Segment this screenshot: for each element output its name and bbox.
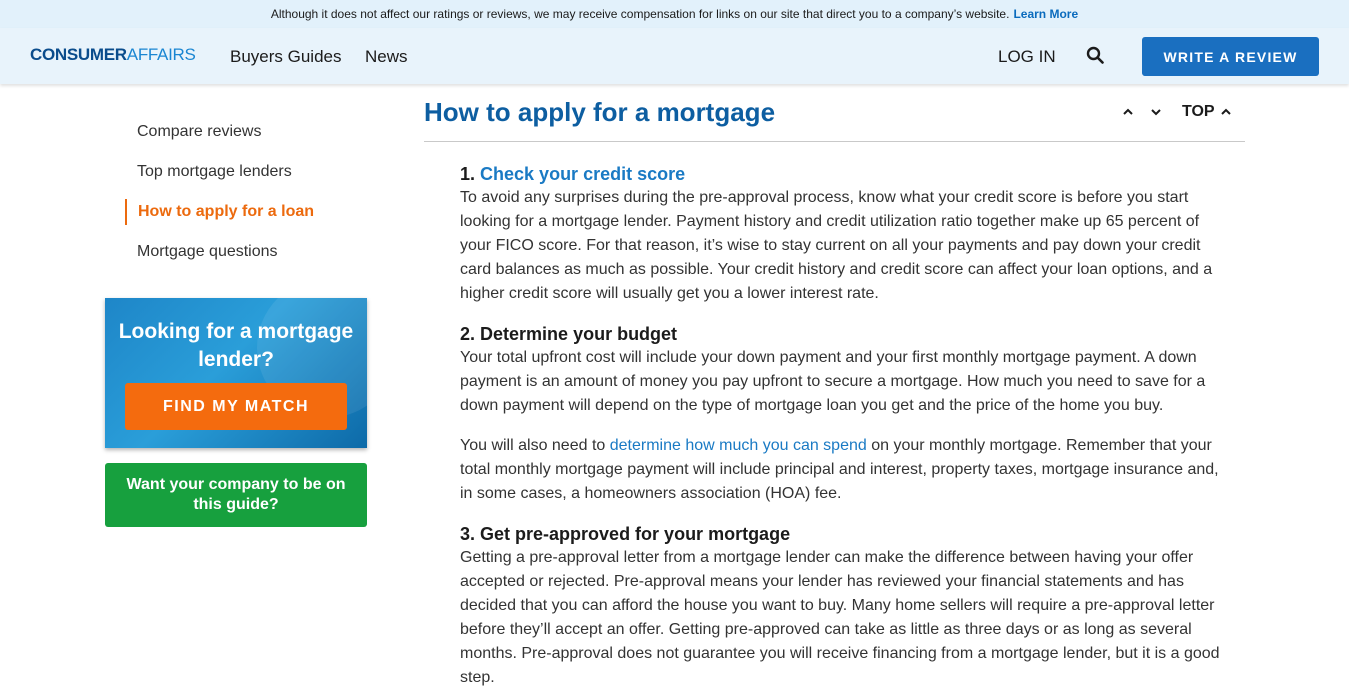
logo-affairs: AFFAIRS bbox=[126, 45, 196, 64]
section-arrows bbox=[1120, 104, 1164, 120]
section-title: How to apply for a mortgage bbox=[424, 97, 776, 127]
chevron-up-icon[interactable] bbox=[1120, 104, 1136, 120]
logo-consumer: CONSUMER bbox=[30, 45, 127, 64]
site-header: CONSUMERAFFAIRS Buyers Guides News LOG I… bbox=[0, 28, 1349, 84]
step-2-paragraph-2: You will also need to determine how much… bbox=[460, 434, 1220, 506]
check-credit-score-link[interactable]: Check your credit score bbox=[480, 164, 685, 184]
top-label: TOP bbox=[1182, 103, 1215, 120]
promo-title: Looking for a mortgage lender? bbox=[118, 320, 354, 371]
step-1-heading: 1. Check your credit score bbox=[460, 162, 1220, 186]
back-to-top-link[interactable]: TOP bbox=[1182, 103, 1232, 121]
write-review-button[interactable]: WRITE A REVIEW bbox=[1142, 37, 1319, 76]
step-2-heading: 2. Determine your budget bbox=[460, 322, 1220, 346]
lender-promo-card: Looking for a mortgage lender? FIND MY M… bbox=[105, 298, 367, 448]
chevron-up-small-icon bbox=[1220, 108, 1231, 115]
determine-spend-link[interactable]: determine how much you can spend bbox=[610, 437, 867, 454]
disclosure-banner: Although it does not affect our ratings … bbox=[0, 0, 1349, 28]
step-3-number: 3. bbox=[460, 524, 476, 544]
step-2-p2-before: You will also need to bbox=[460, 437, 610, 454]
company-guide-button[interactable]: Want your company to be on this guide? bbox=[105, 463, 367, 527]
step-2-number: 2. bbox=[460, 324, 476, 344]
find-my-match-button[interactable]: FIND MY MATCH bbox=[125, 383, 347, 430]
sidebar-item-mortgage-questions[interactable]: Mortgage questions bbox=[125, 232, 314, 272]
nav-buyers-guides[interactable]: Buyers Guides bbox=[230, 47, 342, 67]
step-2-title: Determine your budget bbox=[480, 324, 678, 344]
disclosure-text: Although it does not affect our ratings … bbox=[270, 7, 1010, 21]
sidebar-item-how-to-apply[interactable]: How to apply for a loan bbox=[125, 199, 314, 225]
step-3-paragraph: Getting a pre-approval letter from a mor… bbox=[460, 549, 1220, 686]
step-1-paragraph: To avoid any surprises during the pre-ap… bbox=[460, 189, 1213, 302]
sidebar-nav: Compare reviews Top mortgage lenders How… bbox=[125, 112, 314, 272]
login-link[interactable]: LOG IN bbox=[998, 47, 1056, 67]
section-divider bbox=[424, 141, 1245, 142]
step-3-heading: 3. Get pre-approved for your mortgage bbox=[460, 522, 1220, 546]
sidebar-item-compare-reviews[interactable]: Compare reviews bbox=[125, 112, 314, 152]
step-2-paragraph: Your total upfront cost will include you… bbox=[460, 349, 1206, 414]
learn-more-link[interactable]: Learn More bbox=[1013, 7, 1078, 21]
chevron-down-icon[interactable] bbox=[1148, 104, 1164, 120]
step-1-number: 1. bbox=[460, 164, 476, 184]
step-3-title: Get pre-approved for your mortgage bbox=[480, 524, 791, 544]
logo[interactable]: CONSUMERAFFAIRS bbox=[30, 45, 196, 65]
sidebar-item-top-mortgage-lenders[interactable]: Top mortgage lenders bbox=[125, 152, 314, 192]
article-body: 1. Check your credit score To avoid any … bbox=[460, 162, 1220, 686]
nav-news[interactable]: News bbox=[365, 47, 408, 67]
search-icon[interactable] bbox=[1086, 46, 1104, 64]
